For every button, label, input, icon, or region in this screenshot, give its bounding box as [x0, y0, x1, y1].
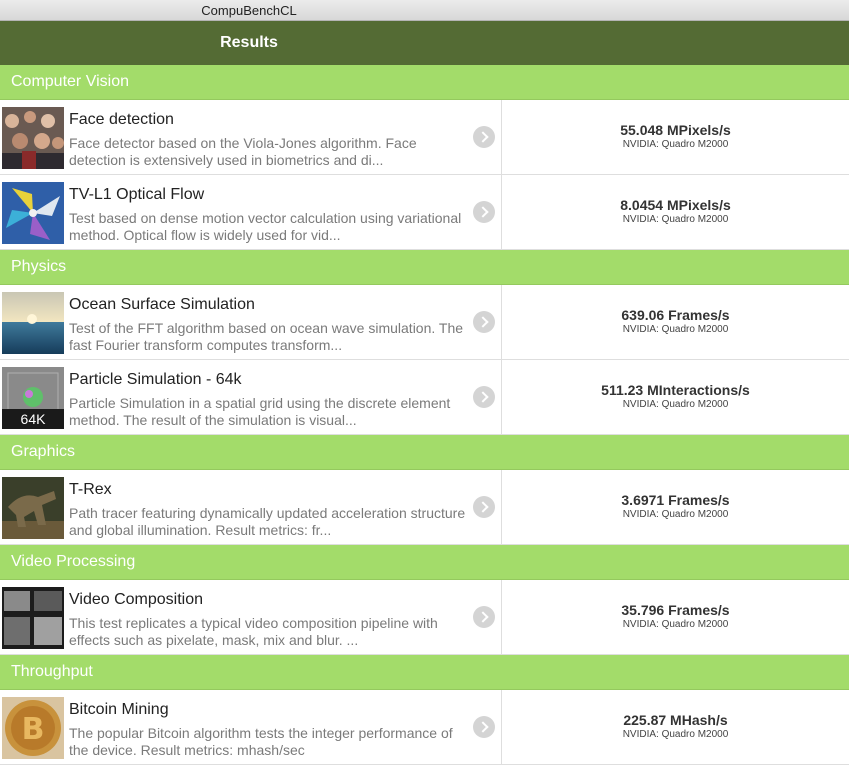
test-row-ocean-surface-simulation[interactable]: Ocean Surface Simulation Test of the FFT … — [0, 285, 849, 360]
chevron-right-icon[interactable] — [473, 126, 495, 148]
result-cell: 8.0454 MPixels/s NVIDIA: Quadro M2000 — [502, 197, 849, 225]
test-description: Path tracer featuring dynamically update… — [69, 505, 466, 538]
result-device: NVIDIA: Quadro M2000 — [622, 729, 729, 740]
test-description: Face detector based on the Viola-Jones a… — [69, 135, 417, 168]
result-cell: 639.06 Frames/s NVIDIA: Quadro M2000 — [502, 307, 849, 335]
result-score: 8.0454 MPixels/s — [620, 197, 731, 213]
test-description: Test of the FFT algorithm based on ocean… — [69, 320, 464, 353]
result-score: 639.06 Frames/s — [621, 307, 730, 323]
chevron-right-icon[interactable] — [473, 716, 495, 738]
test-row-t-rex[interactable]: T-Rex Path tracer featuring dynamically u… — [0, 470, 849, 545]
result-cell: 225.87 MHash/s NVIDIA: Quadro M2000 — [502, 712, 849, 740]
result-score: 225.87 MHash/s — [623, 712, 728, 728]
chevron-right-icon[interactable] — [473, 386, 495, 408]
test-description: The popular Bitcoin algorithm tests the … — [69, 725, 453, 758]
results-header: Results — [0, 21, 849, 65]
crowd-faces-thumbnail — [2, 107, 64, 169]
test-row-video-composition[interactable]: Video Composition This test replicates a … — [0, 580, 849, 655]
result-cell: 35.796 Frames/s NVIDIA: Quadro M2000 — [502, 602, 849, 630]
result-device: NVIDIA: Quadro M2000 — [622, 139, 729, 150]
section-header-video-processing: Video Processing — [0, 545, 849, 580]
results-list: Computer Vision Face detection Face detect… — [0, 65, 849, 765]
chevron-right-icon[interactable] — [473, 496, 495, 518]
result-cell: 3.6971 Frames/s NVIDIA: Quadro M2000 — [502, 492, 849, 520]
test-row-face-detection[interactable]: Face detection Face detector based on the… — [0, 100, 849, 175]
test-description: This test replicates a typical video com… — [69, 615, 438, 648]
test-name: Face detection — [69, 111, 174, 128]
result-score: 511.23 MInteractions/s — [601, 382, 750, 398]
section-header-graphics: Graphics — [0, 435, 849, 470]
section-header-physics: Physics — [0, 250, 849, 285]
test-row-bitcoin-mining[interactable]: B Bitcoin Mining The popular Bitcoin algor… — [0, 690, 849, 765]
test-name: Particle Simulation - 64k — [69, 371, 242, 388]
section-header-computer-vision: Computer Vision — [0, 65, 849, 100]
test-row-tv-l1-optical-flow[interactable]: TV-L1 Optical Flow Test based on dense mo… — [0, 175, 849, 250]
particle-sphere-thumbnail: 64K — [2, 367, 64, 429]
section-header-throughput: Throughput — [0, 655, 849, 690]
chevron-right-icon[interactable] — [473, 606, 495, 628]
result-cell: 55.048 MPixels/s NVIDIA: Quadro M2000 — [502, 122, 849, 150]
test-name: Video Composition — [69, 591, 204, 608]
test-description: Test based on dense motion vector calcul… — [69, 210, 462, 243]
test-description: Particle Simulation in a spatial grid us… — [69, 395, 451, 428]
window-titlebar: CompuBenchCL — [0, 0, 849, 21]
trex-thumbnail — [2, 477, 64, 539]
pinwheel-thumbnail — [2, 182, 64, 244]
video-frames-thumbnail — [2, 587, 64, 649]
result-device: NVIDIA: Quadro M2000 — [622, 619, 729, 630]
result-score: 35.796 Frames/s — [621, 602, 730, 618]
bitcoin-coin-thumbnail: B — [2, 697, 64, 759]
test-name: Ocean Surface Simulation — [69, 296, 255, 313]
thumb-label: 64K — [2, 409, 64, 429]
page-title: Results — [220, 34, 278, 51]
test-name: T-Rex — [69, 481, 112, 498]
window-title: CompuBenchCL — [201, 3, 297, 18]
svg-text:B: B — [22, 712, 45, 747]
result-device: NVIDIA: Quadro M2000 — [622, 509, 729, 520]
test-row-particle-simulation-64k[interactable]: 64K Particle Simulation - 64k Particle Sim… — [0, 360, 849, 435]
test-name: TV-L1 Optical Flow — [69, 186, 205, 203]
result-score: 55.048 MPixels/s — [620, 122, 731, 138]
result-device: NVIDIA: Quadro M2000 — [622, 324, 729, 335]
result-cell: 511.23 MInteractions/s NVIDIA: Quadro M20… — [502, 382, 849, 410]
ocean-thumbnail — [2, 292, 64, 354]
result-device: NVIDIA: Quadro M2000 — [622, 214, 729, 225]
test-name: Bitcoin Mining — [69, 701, 169, 718]
result-device: NVIDIA: Quadro M2000 — [622, 399, 729, 410]
result-score: 3.6971 Frames/s — [621, 492, 730, 508]
chevron-right-icon[interactable] — [473, 311, 495, 333]
chevron-right-icon[interactable] — [473, 201, 495, 223]
